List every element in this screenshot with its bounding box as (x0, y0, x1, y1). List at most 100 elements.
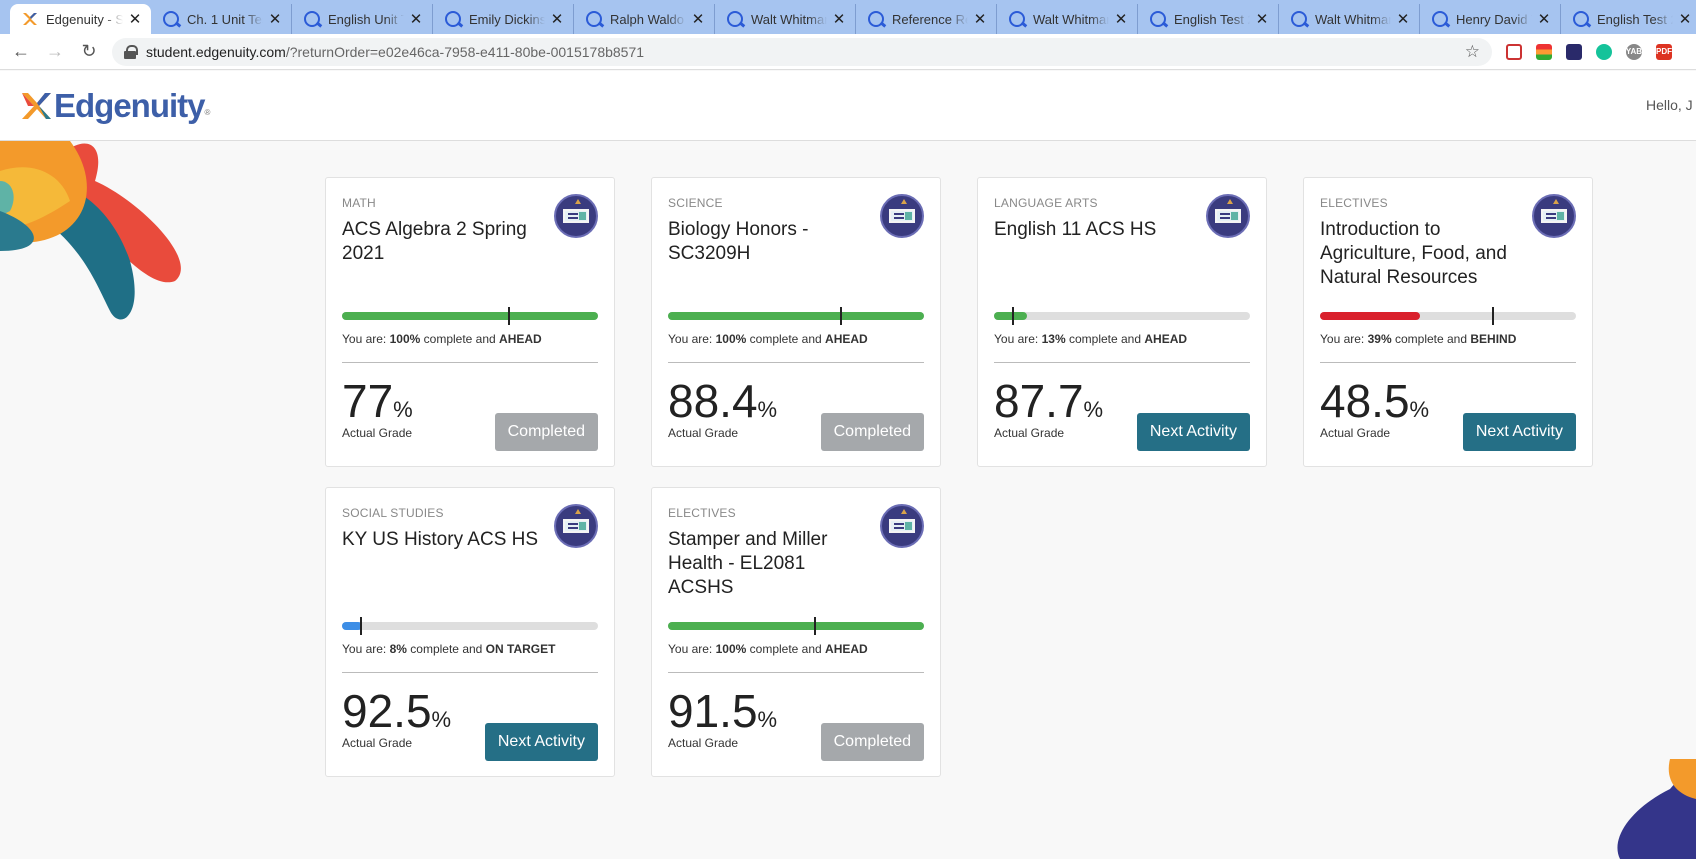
yab-extension-icon[interactable]: YAB (1626, 43, 1642, 60)
next-activity-button[interactable]: Next Activity (1462, 413, 1576, 451)
quizlet-icon (586, 11, 602, 27)
address-bar[interactable]: student.edgenuity.com/?returnOrder=e02e4… (112, 37, 1492, 66)
decorative-corner-graphic (1617, 759, 1696, 859)
browser-tab[interactable]: Emily Dickinson✕ (433, 4, 574, 34)
browser-tab[interactable]: English Unit Test✕ (292, 4, 433, 34)
close-tab-icon[interactable]: ✕ (1677, 10, 1693, 28)
edgenuity-logo[interactable]: Edgenuity ® (20, 87, 210, 125)
tab-title: Ch. 1 Unit Test (187, 11, 263, 27)
close-tab-icon[interactable]: ✕ (1536, 10, 1552, 28)
browser-tab[interactable]: Walt Whitman ✕ (1279, 4, 1420, 34)
close-tab-icon[interactable]: ✕ (1395, 10, 1411, 28)
virtual-course-icon (554, 504, 598, 548)
browser-tab[interactable]: Reference Res✕ (856, 4, 997, 34)
quizlet-icon (304, 11, 320, 27)
address-path: /?returnOrder=e02e46ca-7958-e411-80be-00… (285, 43, 645, 60)
browser-tab[interactable]: Edgenuity - Student✕ (10, 4, 151, 34)
target-marker (1491, 307, 1494, 325)
next-activity-button[interactable]: Next Activity (484, 723, 598, 761)
virtual-course-icon (880, 194, 924, 238)
grade-unit: % (757, 397, 778, 422)
grade-unit: % (757, 707, 778, 732)
bars-extension-icon[interactable] (1536, 43, 1552, 60)
status-mid: complete and (746, 332, 826, 346)
course-title[interactable]: English 11 ACS HS (994, 218, 1194, 242)
status-prefix: You are: (342, 332, 390, 346)
edgenuity-x-icon (22, 93, 51, 119)
quizlet-icon (445, 11, 461, 27)
close-tab-icon[interactable]: ✕ (831, 10, 847, 28)
logo-trademark: ® (204, 108, 211, 117)
quizlet-icon (1573, 11, 1589, 27)
pocket-extension-icon[interactable] (1506, 43, 1522, 60)
status-prefix: You are: (1320, 332, 1368, 346)
actual-grade-value: 77% (342, 374, 413, 428)
close-tab-icon[interactable]: ✕ (549, 10, 565, 28)
tab-title: Walt Whitman (751, 11, 827, 27)
quizlet-icon (1432, 11, 1448, 27)
quizlet-icon (1150, 11, 1166, 27)
progress-fill (668, 622, 924, 630)
divider (994, 362, 1250, 363)
decorative-flower-graphic (0, 141, 181, 320)
close-tab-icon[interactable]: ✕ (267, 10, 283, 28)
status-state: ON TARGET (485, 642, 556, 656)
course-title[interactable]: ACS Algebra 2 Spring 2021 (342, 218, 542, 266)
browser-tab[interactable]: Walt Whitman ✕ (715, 4, 856, 34)
tab-title: Walt Whitman (1033, 11, 1109, 27)
course-subject: SCIENCE (668, 196, 723, 210)
tab-title: English Test 2 (1174, 11, 1250, 27)
browser-tab[interactable]: Ch. 1 Unit Test✕ (151, 4, 292, 34)
back-arrow-icon[interactable]: ← (8, 39, 34, 65)
status-prefix: You are: (994, 332, 1042, 346)
course-title[interactable]: Stamper and Miller Health - EL2081 ACSHS (668, 528, 868, 600)
virtual-course-icon (1206, 194, 1250, 238)
close-tab-icon[interactable]: ✕ (1254, 10, 1270, 28)
close-tab-icon[interactable]: ✕ (690, 10, 706, 28)
course-title[interactable]: Biology Honors - SC3209H (668, 218, 868, 266)
progress-fill (1320, 312, 1420, 320)
course-title[interactable]: Introduction to Agriculture, Food, and N… (1320, 218, 1520, 290)
completed-button[interactable]: Completed (494, 413, 598, 451)
browser-tab[interactable]: English Test 2 ✕ (1561, 4, 1696, 34)
grammarly-extension-icon[interactable] (1596, 43, 1612, 60)
close-tab-icon[interactable]: ✕ (408, 10, 424, 28)
status-state: AHEAD (1144, 332, 1188, 346)
course-subject: SOCIAL STUDIES (342, 506, 444, 520)
close-tab-icon[interactable]: ✕ (127, 10, 143, 28)
course-subject: LANGUAGE ARTS (994, 196, 1098, 210)
browser-tab[interactable]: Ralph Waldo Emerson✕ (574, 4, 715, 34)
grade-number: 88.4 (668, 375, 758, 427)
tab-title: Henry David Thoreau (1456, 11, 1532, 27)
forward-arrow-icon[interactable]: → (42, 39, 68, 65)
browser-tab[interactable]: Walt Whitman ✕ (997, 4, 1138, 34)
actual-grade-label: Actual Grade (342, 736, 413, 750)
address-url[interactable]: student.edgenuity.com/?returnOrder=e02e4… (146, 44, 1465, 60)
close-tab-icon[interactable]: ✕ (972, 10, 988, 28)
next-activity-button[interactable]: Next Activity (1136, 413, 1250, 451)
progress-status: You are: 13% complete and AHEAD (994, 332, 1187, 346)
lock-icon[interactable] (124, 44, 138, 59)
status-percent: 100% (715, 642, 747, 656)
completed-button[interactable]: Completed (820, 723, 924, 761)
pdf-extension-icon[interactable]: PDF (1656, 43, 1672, 60)
notes-extension-icon[interactable] (1566, 43, 1582, 60)
close-tab-icon[interactable]: ✕ (1113, 10, 1129, 28)
course-subject: MATH (342, 196, 376, 210)
progress-bar (342, 617, 598, 635)
greeting[interactable]: Hello, J (1646, 97, 1696, 113)
bookmark-star-icon[interactable]: ☆ (1465, 42, 1480, 62)
edgenuity-icon (22, 11, 38, 27)
status-mid: complete and (746, 642, 826, 656)
status-mid: complete and (406, 642, 486, 656)
status-state: BEHIND (1470, 332, 1517, 346)
grade-unit: % (1083, 397, 1104, 422)
reload-icon[interactable]: ↻ (76, 39, 102, 65)
virtual-course-icon (1532, 194, 1576, 238)
course-title[interactable]: KY US History ACS HS (342, 528, 542, 552)
progress-bar (1320, 307, 1576, 325)
browser-tab[interactable]: English Test 2 ✕ (1138, 4, 1279, 34)
course-card: ELECTIVES Stamper and Miller Health - EL2… (651, 487, 941, 777)
completed-button[interactable]: Completed (820, 413, 924, 451)
browser-tab[interactable]: Henry David Thoreau✕ (1420, 4, 1561, 34)
